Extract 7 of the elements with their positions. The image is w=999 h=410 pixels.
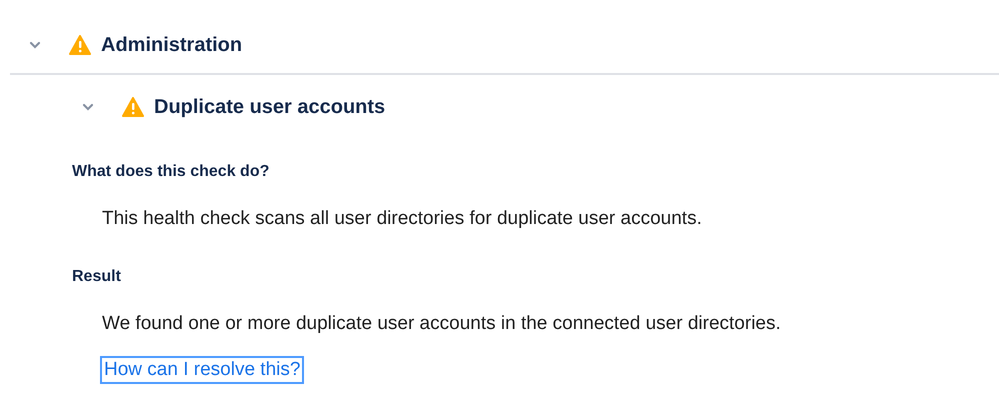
section-text: This health check scans all user directories for duplicate user accounts. [102, 208, 703, 230]
section-heading: Result [72, 267, 122, 287]
section-text: We found one or more duplicate user accounts in the connected user directories. [102, 313, 782, 335]
category-title: Administration [101, 34, 242, 56]
check-title: Duplicate user accounts [154, 96, 386, 118]
section-heading: What does this check do? [72, 162, 270, 182]
resolve-link[interactable]: How can I resolve this? [100, 356, 304, 384]
